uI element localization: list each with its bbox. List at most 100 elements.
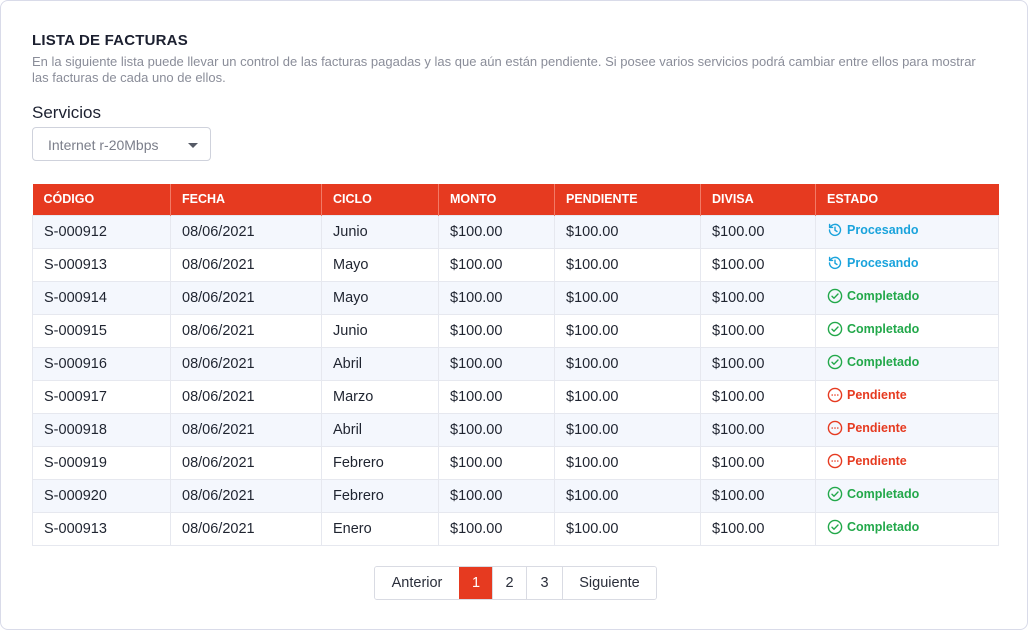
cell-date: 08/06/2021 [170, 313, 322, 348]
cell-code: S-000920 [32, 478, 171, 513]
status-badge: Completado [827, 354, 919, 370]
page-button-3[interactable]: 3 [526, 567, 562, 599]
table-row[interactable]: S-000920 08/06/2021 Febrero $100.00 $100.00 $… [32, 478, 999, 513]
invoice-card: LISTA DE FACTURAS En la siguiente lista … [0, 0, 1028, 630]
services-select[interactable]: Internet r-20Mbps [32, 127, 211, 161]
cell-cycle: Junio [321, 214, 439, 249]
header-currency[interactable]: DIVISA [700, 184, 816, 215]
status-label: Procesando [847, 255, 919, 270]
cell-code: S-000919 [32, 445, 171, 480]
status-badge: Completado [827, 288, 919, 304]
page-title: LISTA DE FACTURAS [32, 32, 188, 49]
table-row[interactable]: S-000912 08/06/2021 Junio $100.00 $100.00 $10… [32, 214, 999, 249]
cell-date: 08/06/2021 [170, 379, 322, 414]
cell-amount: $100.00 [438, 214, 555, 249]
cell-amount: $100.00 [438, 247, 555, 282]
page-button-2[interactable]: 2 [492, 567, 526, 599]
header-status[interactable]: ESTADO [815, 184, 999, 215]
status-label: Pendiente [847, 387, 907, 402]
cell-pending: $100.00 [554, 478, 701, 513]
cell-amount: $100.00 [438, 478, 555, 513]
status-label: Pendiente [847, 453, 907, 468]
table-row[interactable]: S-000915 08/06/2021 Junio $100.00 $100.00 $10… [32, 313, 999, 348]
header-code[interactable]: CÓDIGO [32, 184, 171, 215]
status-badge: Completado [827, 519, 919, 535]
services-select-value: Internet r-20Mbps [48, 137, 159, 153]
cell-pending: $100.00 [554, 346, 701, 381]
cell-currency: $100.00 [700, 214, 816, 249]
header-amount[interactable]: MONTO [438, 184, 555, 215]
cell-pending: $100.00 [554, 247, 701, 282]
table-row[interactable]: S-000917 08/06/2021 Marzo $100.00 $100.00 $10… [32, 379, 999, 414]
header-cycle[interactable]: CICLO [321, 184, 439, 215]
cell-cycle: Febrero [321, 445, 439, 480]
page-description: En la siguiente lista puede llevar un co… [32, 54, 976, 85]
status-badge: Completado [827, 486, 919, 502]
table-row[interactable]: S-000918 08/06/2021 Abril $100.00 $100.00 $10… [32, 412, 999, 447]
cell-cycle: Abril [321, 412, 439, 447]
cell-cycle: Febrero [321, 478, 439, 513]
table-row[interactable]: S-000913 08/06/2021 Enero $100.00 $100.00 $10… [32, 511, 999, 546]
status-label: Completado [847, 519, 920, 534]
header-pending[interactable]: PENDIENTE [554, 184, 701, 215]
cell-code: S-000912 [32, 214, 171, 249]
status-badge: Procesando [827, 222, 919, 238]
cell-status: Completado [815, 478, 999, 513]
cell-amount: $100.00 [438, 379, 555, 414]
cell-code: S-000918 [32, 412, 171, 447]
table-row[interactable]: S-000916 08/06/2021 Abril $100.00 $100.00 $10… [32, 346, 999, 381]
table-row[interactable]: S-000913 08/06/2021 Mayo $100.00 $100.00 $100… [32, 247, 999, 282]
cell-status: Completado [815, 511, 999, 546]
cell-currency: $100.00 [700, 478, 816, 513]
more-circle-icon [827, 453, 847, 469]
cell-date: 08/06/2021 [170, 478, 322, 513]
cell-cycle: Enero [321, 511, 439, 546]
cell-currency: $100.00 [700, 511, 816, 546]
header-date[interactable]: FECHA [170, 184, 322, 215]
cell-code: S-000914 [32, 280, 171, 315]
cell-pending: $100.00 [554, 379, 701, 414]
cell-date: 08/06/2021 [170, 346, 322, 381]
cell-cycle: Marzo [321, 379, 439, 414]
cell-code: S-000913 [32, 247, 171, 282]
cell-amount: $100.00 [438, 511, 555, 546]
cell-code: S-000916 [32, 346, 171, 381]
cell-date: 08/06/2021 [170, 214, 322, 249]
table-row[interactable]: S-000914 08/06/2021 Mayo $100.00 $100.00 $100… [32, 280, 999, 315]
cell-amount: $100.00 [438, 412, 555, 447]
cell-date: 08/06/2021 [170, 511, 322, 546]
caret-down-icon [188, 143, 198, 148]
status-badge: Completado [827, 321, 919, 337]
status-badge: Pendiente [827, 420, 907, 436]
check-circle-icon [827, 519, 847, 535]
cell-currency: $100.00 [700, 346, 816, 381]
more-circle-icon [827, 387, 847, 403]
cell-pending: $100.00 [554, 280, 701, 315]
cell-status: Completado [815, 280, 999, 315]
cell-currency: $100.00 [700, 379, 816, 414]
cell-amount: $100.00 [438, 445, 555, 480]
cell-currency: $100.00 [700, 313, 816, 348]
cell-amount: $100.00 [438, 280, 555, 315]
cell-pending: $100.00 [554, 511, 701, 546]
cell-cycle: Mayo [321, 280, 439, 315]
cell-cycle: Abril [321, 346, 439, 381]
cell-currency: $100.00 [700, 280, 816, 315]
more-circle-icon [827, 420, 847, 436]
prev-page-button[interactable]: Anterior [375, 567, 459, 599]
table-header-row: CÓDIGO FECHA CICLO MONTO PENDIENTE DIVIS… [32, 184, 999, 215]
cell-code: S-000917 [32, 379, 171, 414]
page-button-1[interactable]: 1 [459, 567, 492, 599]
cell-cycle: Mayo [321, 247, 439, 282]
cell-date: 08/06/2021 [170, 412, 322, 447]
cell-code: S-000913 [32, 511, 171, 546]
cell-pending: $100.00 [554, 313, 701, 348]
cell-currency: $100.00 [700, 247, 816, 282]
cell-status: Completado [815, 346, 999, 381]
check-circle-icon [827, 321, 847, 337]
cell-pending: $100.00 [554, 214, 701, 249]
status-label: Completado [847, 486, 920, 501]
table-row[interactable]: S-000919 08/06/2021 Febrero $100.00 $100.00 $… [32, 445, 999, 480]
next-page-button[interactable]: Siguiente [562, 567, 656, 599]
cell-amount: $100.00 [438, 313, 555, 348]
